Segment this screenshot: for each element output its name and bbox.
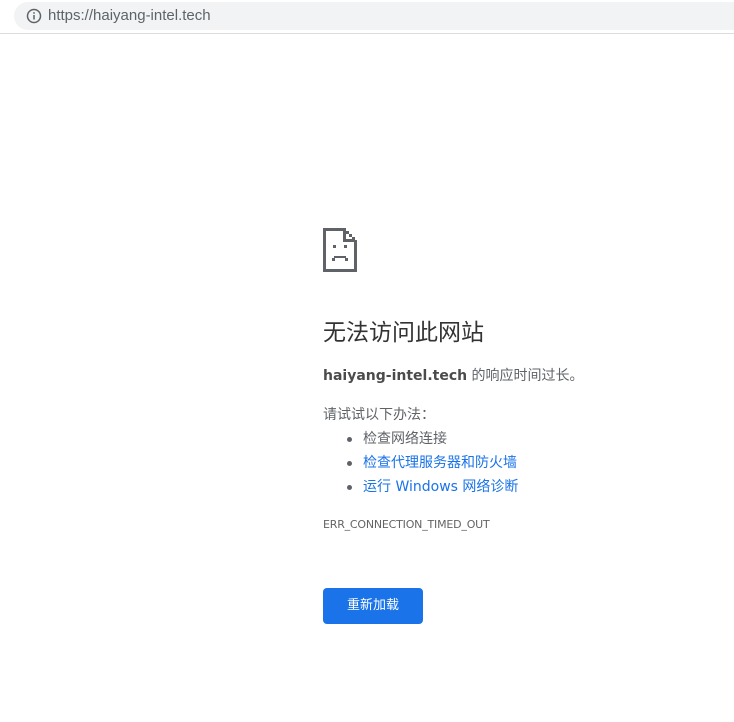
summary-text: 的响应时间过长。 [467,368,584,384]
sad-document-icon [323,228,357,272]
error-code: ERR_CONNECTION_TIMED_OUT [323,518,490,531]
page-title: 无法访问此网站 [323,320,484,346]
suggestion-check-network: 检查网络连接 [323,427,518,451]
toolbar-divider [0,33,734,34]
summary-host: haiyang-intel.tech [323,368,468,384]
suggestion-run-network-diagnostics-link[interactable]: 运行 Windows 网络诊断 [323,475,518,499]
reload-button[interactable]: 重新加载 [323,588,423,624]
url-text[interactable]: https://haiyang-intel.tech [48,7,211,25]
address-bar[interactable]: https://haiyang-intel.tech [14,2,734,30]
info-circle-icon[interactable] [26,8,42,24]
suggestions-list: 检查网络连接 检查代理服务器和防火墙 运行 Windows 网络诊断 [323,427,518,499]
suggestion-check-proxy-firewall-link[interactable]: 检查代理服务器和防火墙 [323,451,518,475]
error-summary: haiyang-intel.tech 的响应时间过长。 [323,366,584,386]
suggestions-intro: 请试试以下办法： [323,407,435,423]
